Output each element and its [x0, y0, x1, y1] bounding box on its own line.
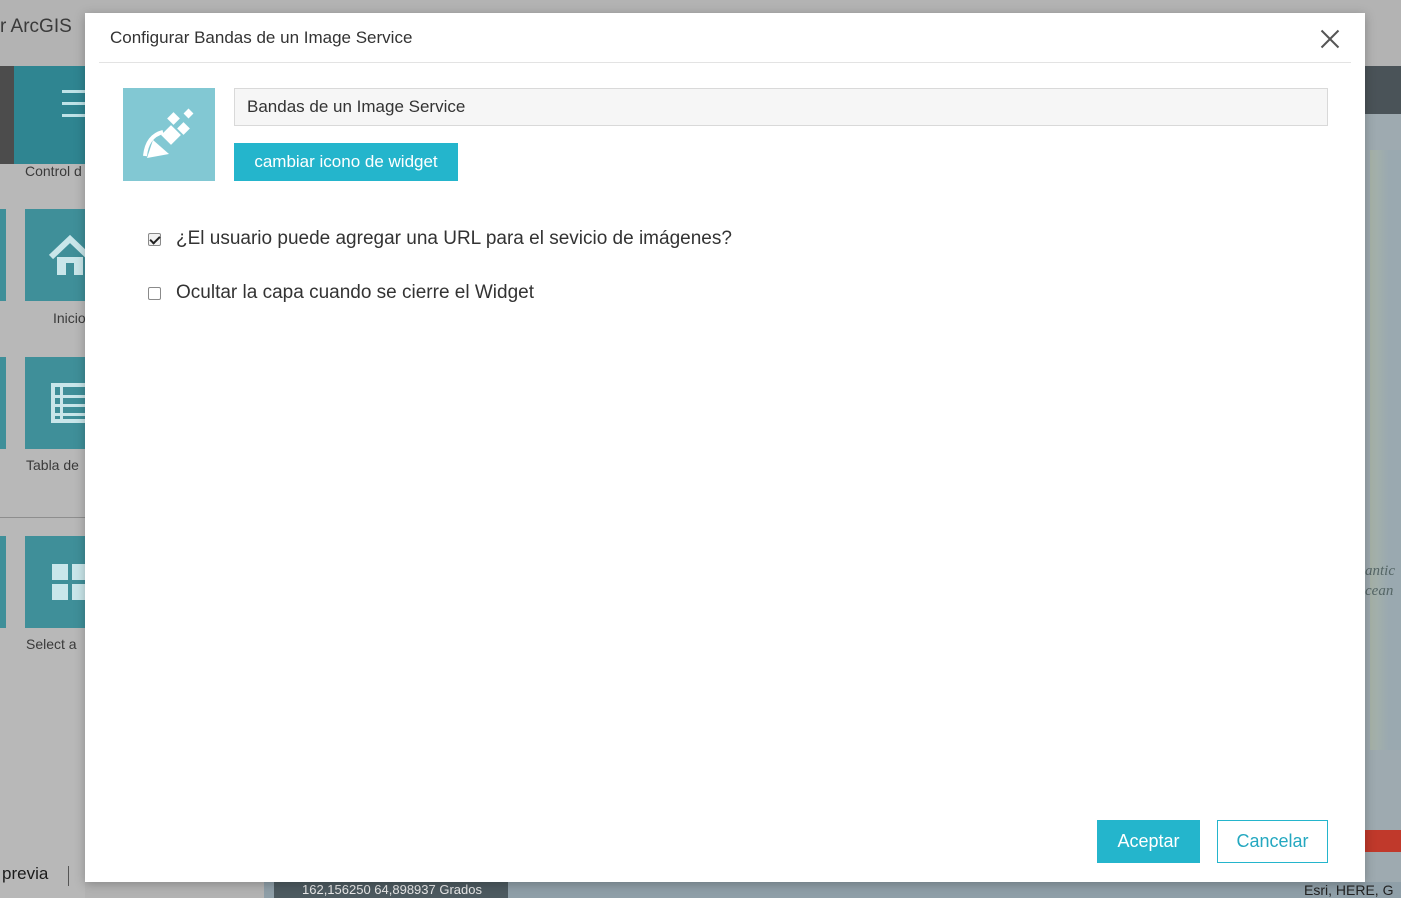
footer-divider — [68, 866, 69, 886]
allow-url-label: ¿El usuario puede agregar una URL para e… — [176, 228, 732, 249]
option-allow-url[interactable]: ¿El usuario puede agregar una URL para e… — [148, 227, 732, 251]
close-icon[interactable] — [1317, 26, 1343, 52]
hamburger-icon — [62, 90, 85, 117]
configure-widget-dialog: Configurar Bandas de un Image Service ca… — [85, 13, 1365, 882]
sidebar-item-label: Select a — [26, 636, 77, 652]
app-title: r ArcGIS — [0, 16, 72, 37]
sidebar-item-label: Tabla de — [26, 457, 79, 473]
map-ocean-label: cean — [1365, 583, 1394, 599]
change-widget-icon-button[interactable]: cambiar icono de widget — [234, 143, 458, 181]
map-home-button[interactable] — [1365, 830, 1401, 852]
cancel-button[interactable]: Cancelar — [1217, 820, 1328, 863]
sidebar-dark-strip — [0, 66, 14, 164]
map-toolbar — [1365, 66, 1401, 114]
widget-name-input[interactable] — [234, 88, 1328, 126]
sidebar-item-select[interactable] — [25, 536, 88, 628]
preview-label[interactable]: previa — [2, 864, 48, 884]
sidebar-item-label: Inicio — [53, 310, 86, 326]
sidebar-item-table[interactable] — [25, 357, 89, 449]
map-ocean-label: antic — [1365, 563, 1395, 579]
dialog-header: Configurar Bandas de un Image Service — [85, 13, 1365, 63]
sidebar-item-control[interactable] — [14, 66, 85, 164]
allow-url-checkbox[interactable] — [148, 232, 161, 246]
sidebar-item-home[interactable] — [25, 209, 92, 301]
map-coastline — [1370, 150, 1401, 750]
option-hide-layer[interactable]: Ocultar la capa cuando se cierre el Widg… — [148, 281, 534, 305]
map-coordinates: 162,156250 64,898937 Grados — [274, 882, 508, 898]
dialog-title: Configurar Bandas de un Image Service — [110, 28, 413, 47]
widget-icon-preview — [123, 88, 215, 181]
hide-layer-checkbox[interactable] — [148, 286, 161, 300]
map-attribution: Esri, HERE, G — [1304, 882, 1394, 898]
sidebar-item-label: Control d — [25, 163, 82, 179]
sidebar-tile-edge — [0, 357, 6, 449]
home-icon — [48, 234, 92, 275]
sidebar-tile-edge — [0, 209, 6, 301]
header-divider — [99, 62, 1351, 63]
hide-layer-label: Ocultar la capa cuando se cierre el Widg… — [176, 282, 535, 303]
table-icon — [51, 383, 89, 423]
widget-sidebar — [0, 66, 85, 898]
accept-button[interactable]: Aceptar — [1097, 820, 1200, 863]
satellite-icon — [143, 108, 194, 158]
sidebar-divider — [0, 517, 85, 518]
grid-icon — [52, 564, 88, 600]
sidebar-tile-edge — [0, 536, 6, 628]
